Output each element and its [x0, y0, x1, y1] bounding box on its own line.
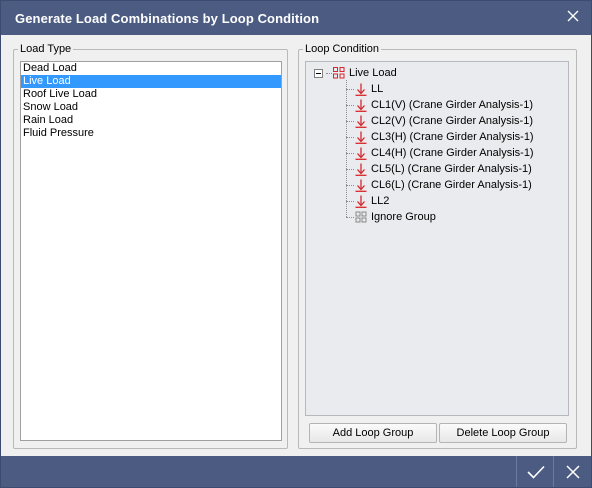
- tree-node[interactable]: LL: [346, 81, 383, 97]
- tree-node-label: LL2: [371, 195, 390, 207]
- tree-node-label: CL1(V) (Crane Girder Analysis-1): [371, 99, 533, 111]
- tree-node-label: LL: [371, 83, 384, 95]
- close-icon: [566, 464, 580, 479]
- delete-loop-group-button[interactable]: Delete Loop Group: [439, 423, 567, 443]
- load-type-list[interactable]: Dead Load Live Load Roof Live Load Snow …: [20, 61, 282, 441]
- tree-node[interactable]: LL2: [346, 193, 389, 209]
- load-arrow-icon: [355, 83, 367, 96]
- ignore-group-icon: [355, 211, 367, 222]
- cancel-button[interactable]: [555, 456, 591, 487]
- list-item[interactable]: Roof Live Load: [21, 88, 281, 101]
- load-arrow-icon: [355, 163, 367, 176]
- tree-node[interactable]: CL5(L) (Crane Girder Analysis-1): [346, 161, 532, 177]
- group-icon: [333, 67, 345, 79]
- tree-node[interactable]: Ignore Group: [346, 209, 436, 225]
- load-arrow-icon: [355, 195, 367, 208]
- window-title: Generate Load Combinations by Loop Condi…: [15, 11, 320, 26]
- add-loop-group-button[interactable]: Add Loop Group: [309, 423, 437, 443]
- load-arrow-icon: [355, 99, 367, 112]
- tree-node[interactable]: CL1(V) (Crane Girder Analysis-1): [346, 97, 533, 113]
- list-item[interactable]: Fluid Pressure: [21, 127, 281, 140]
- tree-connector: [346, 200, 354, 202]
- tree-node[interactable]: CL6(L) (Crane Girder Analysis-1): [346, 177, 532, 193]
- tree-node-live-load[interactable]: Live Load: [314, 65, 397, 81]
- tree-connector: [346, 168, 354, 170]
- tree-connector: [346, 88, 354, 90]
- tree-node-label: CL2(V) (Crane Girder Analysis-1): [371, 115, 533, 127]
- list-item[interactable]: Live Load: [21, 75, 281, 88]
- tree-node[interactable]: CL3(H) (Crane Girder Analysis-1): [346, 129, 534, 145]
- tree-connector: [346, 152, 354, 154]
- loop-condition-legend: Loop Condition: [303, 42, 382, 56]
- tree-node[interactable]: CL4(H) (Crane Girder Analysis-1): [346, 145, 534, 161]
- load-arrow-icon: [355, 131, 367, 144]
- tree-connector: [346, 120, 354, 122]
- footer-divider: [516, 456, 517, 487]
- checkmark-icon: [527, 465, 545, 479]
- tree-connector: [346, 136, 354, 138]
- load-arrow-icon: [355, 115, 367, 128]
- loop-condition-group: Loop Condition Live Load LL CL1(V) (Crane…: [298, 42, 577, 449]
- tree-node-label: Ignore Group: [371, 211, 436, 223]
- load-arrow-icon: [355, 179, 367, 192]
- tree-node-label: CL3(H) (Crane Girder Analysis-1): [371, 131, 534, 143]
- load-type-legend: Load Type: [18, 42, 74, 56]
- dialog-footer: [1, 456, 591, 487]
- tree-node-label: CL5(L) (Crane Girder Analysis-1): [371, 163, 532, 175]
- list-item[interactable]: Rain Load: [21, 114, 281, 127]
- tree-node[interactable]: CL2(V) (Crane Girder Analysis-1): [346, 113, 533, 129]
- dialog-window: Generate Load Combinations by Loop Condi…: [0, 0, 592, 488]
- load-arrow-icon: [355, 147, 367, 160]
- tree-node-label: CL4(H) (Crane Girder Analysis-1): [371, 147, 534, 159]
- ok-button[interactable]: [518, 456, 554, 487]
- tree-node-label: Live Load: [349, 67, 397, 79]
- list-item[interactable]: Dead Load: [21, 62, 281, 75]
- title-close-button[interactable]: [561, 5, 585, 27]
- collapse-icon[interactable]: [314, 68, 323, 78]
- list-item[interactable]: Snow Load: [21, 101, 281, 114]
- tree-connector: [346, 216, 354, 218]
- footer-divider: [553, 456, 554, 487]
- tree-connector: [346, 184, 354, 186]
- tree-connector: [346, 104, 354, 106]
- load-type-group: Load Type Dead Load Live Load Roof Live …: [13, 42, 288, 449]
- tree-node-label: CL6(L) (Crane Girder Analysis-1): [371, 179, 532, 191]
- close-icon: [567, 10, 579, 22]
- loop-condition-tree[interactable]: Live Load LL CL1(V) (Crane Girder Analysi…: [305, 61, 569, 416]
- title-bar[interactable]: Generate Load Combinations by Loop Condi…: [1, 1, 591, 35]
